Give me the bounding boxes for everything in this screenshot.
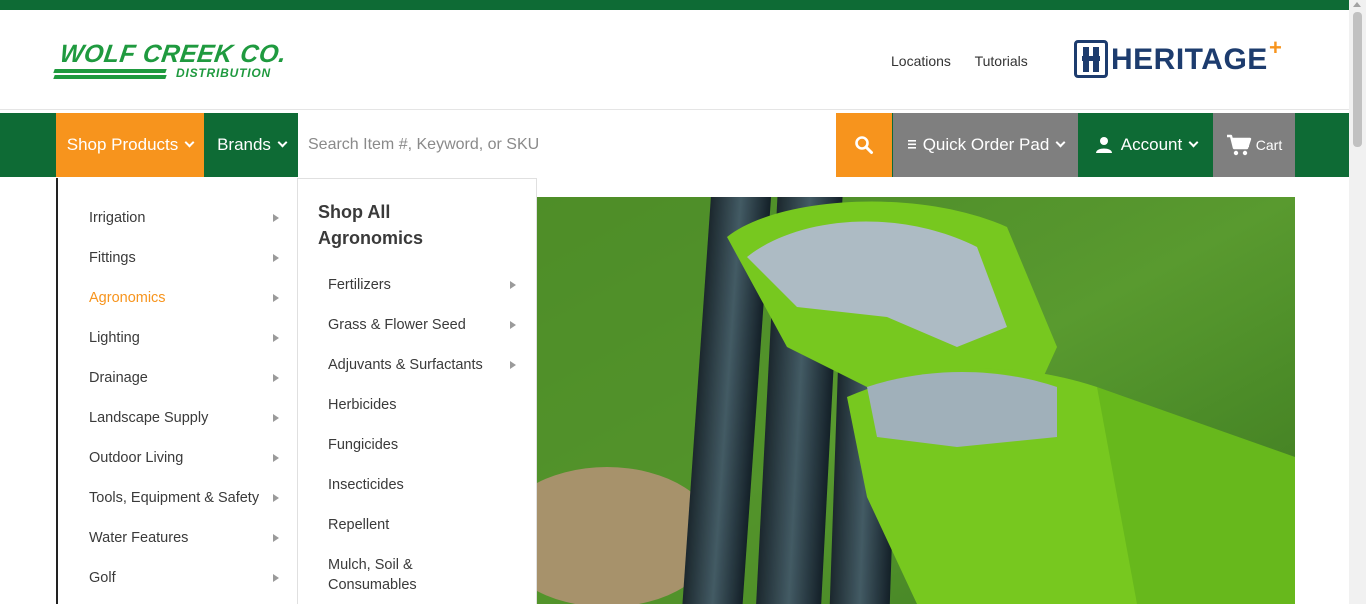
brands-label: Brands (217, 135, 271, 154)
category-label: Drainage (89, 370, 148, 386)
cart-label: Cart (1255, 137, 1283, 153)
subcategory-label: Fertilizers (328, 277, 391, 293)
category-label: Irrigation (89, 210, 146, 226)
category-label: Fittings (89, 250, 136, 266)
subcategory-label: Repellent (328, 517, 390, 533)
quick-order-pad-label: Quick Order Pad (922, 135, 1050, 154)
wolf-creek-logo[interactable]: WOLF CREEK CO. DISTRIBUTION (53, 40, 299, 90)
category-label: Lighting (89, 330, 140, 346)
caret-right-icon (273, 254, 279, 262)
chevron-down-icon (1055, 137, 1066, 148)
tutorials-link[interactable]: Tutorials (975, 53, 1028, 69)
category-label: Golf (89, 570, 116, 586)
category-label: Outdoor Living (89, 450, 184, 466)
page-scrollbar[interactable] (1349, 0, 1366, 604)
site-header: WOLF CREEK CO. DISTRIBUTION Locations Tu… (0, 10, 1349, 110)
subcategory-fungicides[interactable]: Fungicides (328, 435, 516, 455)
logo-distribution-text: DISTRIBUTION (176, 66, 271, 80)
heritage-logo[interactable]: HERITAGE + (1074, 35, 1286, 80)
caret-right-icon (273, 534, 279, 542)
subcategory-label: Mulch, Soil & Consumables (328, 557, 417, 593)
logo-stripe (53, 69, 167, 73)
subcategory-herbicides[interactable]: Herbicides (328, 395, 516, 415)
heritage-h-crossbar (1082, 56, 1100, 61)
shop-all-agronomics-link[interactable]: Shop All Agronomics (318, 199, 498, 251)
chevron-down-icon (184, 137, 195, 148)
scrollbar-thumb[interactable] (1353, 12, 1362, 147)
heritage-plus-icon: + (1269, 35, 1282, 60)
caret-right-icon (510, 281, 516, 289)
category-fittings[interactable]: Fittings (89, 248, 279, 268)
caret-right-icon (273, 214, 279, 222)
subcategory-adjuvants-surfactants[interactable]: Adjuvants & Surfactants (328, 355, 516, 375)
category-label: Agronomics (89, 290, 166, 306)
heritage-logo-text: HERITAGE (1111, 43, 1268, 76)
caret-right-icon (510, 361, 516, 369)
category-lighting[interactable]: Lighting (89, 328, 279, 348)
category-label: Water Features (89, 530, 189, 546)
user-icon (1095, 137, 1112, 153)
top-accent-bar (0, 0, 1349, 10)
category-golf[interactable]: Golf (89, 568, 279, 588)
subcategory-insecticides[interactable]: Insecticides (328, 475, 516, 495)
search-icon (855, 136, 873, 154)
subcategory-label: Grass & Flower Seed (328, 317, 466, 333)
caret-right-icon (273, 414, 279, 422)
subcategory-label: Insecticides (328, 477, 404, 493)
category-tools-equipment-safety[interactable]: Tools, Equipment & Safety (89, 488, 279, 508)
category-agronomics[interactable]: Agronomics (89, 288, 279, 308)
chevron-down-icon (277, 137, 288, 148)
header-links: Locations Tutorials (891, 53, 1048, 69)
caret-right-icon (273, 294, 279, 302)
subcategory-menu: Shop All Agronomics Fertilizers Grass & … (298, 178, 537, 604)
cart-button[interactable]: Cart (1213, 113, 1295, 177)
quick-order-pad-button[interactable]: Quick Order Pad (893, 113, 1078, 177)
subcategory-label: Herbicides (328, 397, 397, 413)
category-menu: Irrigation Fittings Agronomics Lighting … (56, 178, 298, 604)
category-label: Tools, Equipment & Safety (89, 490, 260, 506)
subcategory-label: Fungicides (328, 437, 399, 453)
category-water-features[interactable]: Water Features (89, 528, 279, 548)
category-landscape-supply[interactable]: Landscape Supply (89, 408, 279, 428)
main-navigation: Shop Products Brands Quick Order Pad Acc… (0, 113, 1349, 177)
caret-right-icon (273, 334, 279, 342)
caret-right-icon (510, 321, 516, 329)
list-icon (907, 140, 916, 149)
category-drainage[interactable]: Drainage (89, 368, 279, 388)
search-button[interactable] (836, 113, 892, 177)
brands-button[interactable]: Brands (205, 113, 298, 177)
caret-right-icon (273, 494, 279, 502)
category-outdoor-living[interactable]: Outdoor Living (89, 448, 279, 468)
category-label: Landscape Supply (89, 410, 209, 426)
hero-banner[interactable] (537, 197, 1295, 604)
logo-stripe (53, 75, 167, 79)
subcategory-label: Adjuvants & Surfactants (328, 357, 483, 373)
logo-wolf-creek-text: WOLF CREEK CO. (58, 40, 289, 68)
subcategory-mulch-soil-consumables[interactable]: Mulch, Soil & Consumables (328, 555, 448, 595)
account-label: Account (1120, 135, 1183, 154)
category-irrigation[interactable]: Irrigation (89, 208, 279, 228)
subcategory-repellent[interactable]: Repellent (328, 515, 516, 535)
caret-right-icon (273, 574, 279, 582)
gloved-hands-holding-pipes-image (537, 197, 1295, 604)
locations-link[interactable]: Locations (891, 53, 951, 69)
caret-right-icon (273, 454, 279, 462)
search-input[interactable] (298, 113, 836, 177)
account-button[interactable]: Account (1080, 113, 1212, 177)
subcategory-grass-flower-seed[interactable]: Grass & Flower Seed (328, 315, 516, 335)
shop-products-label: Shop Products (66, 135, 179, 154)
subcategory-fertilizers[interactable]: Fertilizers (328, 275, 516, 295)
cart-icon (1226, 134, 1251, 156)
caret-right-icon (273, 374, 279, 382)
chevron-down-icon (1188, 137, 1199, 148)
shop-products-button[interactable]: Shop Products (56, 113, 204, 177)
scroll-up-arrow-icon[interactable] (1353, 2, 1361, 7)
